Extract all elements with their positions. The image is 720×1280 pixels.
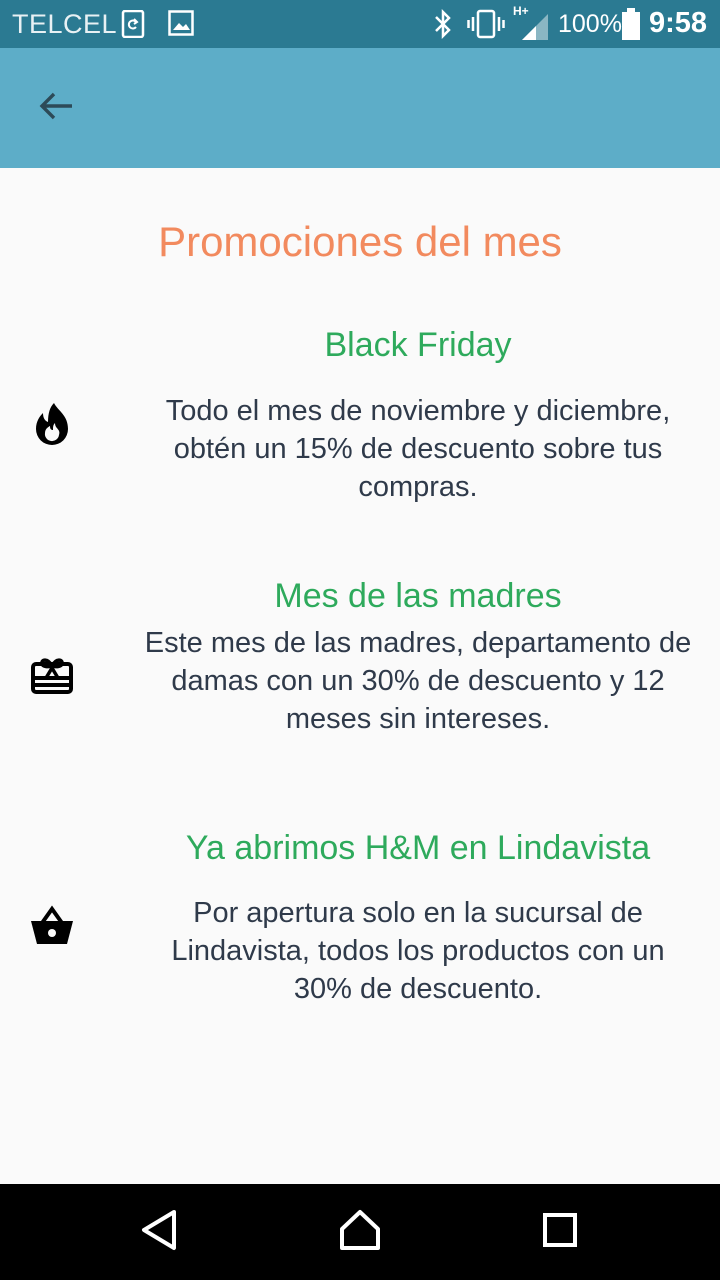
nav-home-button[interactable] [330, 1202, 390, 1262]
battery-percentage: 100% [558, 10, 622, 38]
flame-icon [28, 399, 76, 447]
app-bar [0, 48, 720, 168]
clock: 9:58 [649, 7, 708, 39]
status-bar: TELCEL H+ 100% 9:58 [0, 0, 720, 48]
carrier-name: TELCEL [12, 9, 118, 39]
sync-notification-icon [121, 9, 145, 43]
nav-back-icon [140, 1209, 180, 1256]
navigation-bar [0, 1184, 720, 1280]
gift-card-icon [28, 652, 76, 700]
promo-description: Por apertura solo en la sucursal de Lind… [171, 897, 665, 1005]
promo-title: Ya abrimos H&M en Lindavista [185, 829, 651, 867]
arrow-back-icon [38, 90, 74, 127]
nav-back-button[interactable] [130, 1202, 190, 1262]
vibrate-icon [467, 9, 505, 44]
shopping-basket-icon [28, 904, 76, 952]
bluetooth-icon [432, 8, 454, 44]
promo-title: Mes de las madres [274, 577, 562, 615]
page-title: Promociones del mes [158, 218, 562, 265]
battery-icon [621, 8, 641, 45]
nav-home-icon [339, 1209, 381, 1256]
promo-description: Este mes de las madres, departamento de … [144, 627, 692, 735]
promo-title: Black Friday [324, 326, 512, 364]
image-notification-icon [168, 10, 194, 41]
back-button[interactable] [24, 76, 88, 140]
nav-recents-icon [542, 1212, 578, 1253]
promo-description: Todo el mes de noviembre y diciembre, ob… [165, 395, 671, 503]
nav-recents-button[interactable] [530, 1202, 590, 1262]
signal-icon [520, 12, 550, 45]
